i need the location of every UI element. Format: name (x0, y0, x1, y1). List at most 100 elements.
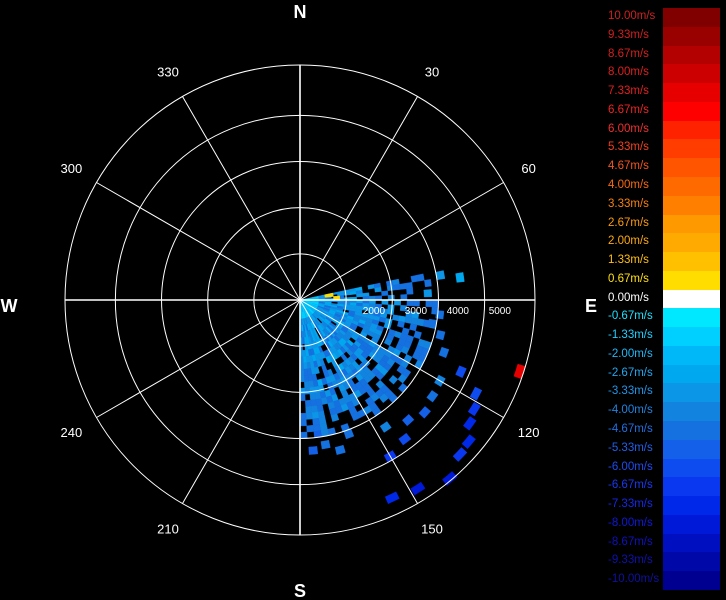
azimuth-spoke (182, 96, 301, 301)
legend-swatch (663, 345, 720, 366)
range-label: 3000 (405, 306, 428, 317)
legend-label: 9.33m/s (608, 28, 649, 41)
velocity-cell (374, 286, 382, 293)
legend-label: 3.33m/s (608, 197, 649, 210)
legend-swatch (663, 552, 720, 572)
legend-label: 8.67m/s (608, 47, 649, 60)
cardinal-w: W (1, 296, 18, 316)
legend-swatch (663, 139, 720, 159)
legend-entry: 8.00m/s (606, 64, 720, 84)
legend-swatch (663, 383, 720, 403)
legend-swatch (663, 439, 720, 460)
legend-swatch (663, 270, 720, 291)
azimuth-spoke (299, 96, 418, 301)
velocity-cell (304, 387, 311, 395)
velocity-cell (398, 432, 412, 446)
azimuth-label: 120 (518, 425, 540, 440)
legend-swatch (663, 458, 720, 478)
legend-swatch (663, 45, 720, 65)
legend-entry: -9.33m/s (606, 552, 720, 572)
velocity-cell (455, 272, 465, 283)
legend-entry: 4.67m/s (606, 158, 720, 178)
velocity-cell (304, 381, 310, 389)
legend-entry: -2.67m/s (606, 364, 720, 384)
velocity-cell (379, 421, 392, 433)
velocity-cell (452, 447, 468, 462)
velocity-cell (387, 304, 395, 311)
velocity-cell (416, 273, 425, 282)
velocity-cell (312, 417, 320, 426)
velocity-cell (381, 290, 389, 296)
legend-entry: -5.33m/s (606, 439, 720, 460)
legend-swatch (663, 308, 720, 328)
velocity-cell (367, 284, 375, 290)
legend-entry: 8.67m/s (606, 45, 720, 65)
azimuth-spoke (96, 182, 301, 301)
velocity-cell (404, 316, 413, 324)
legend-label: 4.67m/s (608, 160, 649, 173)
velocity-cell (311, 411, 319, 420)
legend-label: 0.00m/s (608, 291, 649, 304)
legend-label: -4.00m/s (608, 404, 653, 417)
legend-entry: -6.00m/s (606, 458, 720, 478)
legend-label: 0.67m/s (608, 272, 649, 285)
legend-label: -3.33m/s (608, 385, 653, 398)
velocity-cell (320, 439, 331, 450)
legend-entry: 10.00m/s (606, 8, 720, 28)
legend-label: 10.00m/s (608, 10, 656, 22)
legend-label: -1.33m/s (608, 329, 653, 342)
legend-label: 4.00m/s (608, 178, 649, 191)
velocity-cell (305, 406, 313, 414)
legend-swatch (663, 496, 720, 516)
cardinal-n: N (294, 2, 307, 22)
legend-label: -8.00m/s (608, 516, 653, 529)
legend-swatch (663, 233, 720, 253)
legend-entry: 2.00m/s (606, 233, 720, 253)
azimuth-spoke (182, 299, 301, 504)
azimuth-label: 240 (61, 425, 83, 440)
velocity-cell (397, 320, 405, 328)
legend-label: -4.67m/s (608, 423, 653, 436)
velocity-cell (461, 434, 476, 450)
velocity-cell (302, 349, 307, 357)
legend-entry: 0.00m/s (606, 289, 720, 309)
velocity-cell (303, 362, 308, 370)
legend-swatch (663, 158, 720, 178)
velocity-cell (306, 424, 315, 433)
legend-entry: -8.00m/s (606, 514, 720, 535)
velocity-cell (400, 294, 408, 301)
velocity-cell (409, 323, 418, 332)
legend-swatch (663, 477, 720, 497)
cardinal-e: E (585, 296, 597, 316)
legend-label: -9.33m/s (608, 554, 653, 567)
velocity-cell (431, 299, 439, 308)
velocity-cell (438, 346, 450, 359)
legend-label: 1.33m/s (608, 254, 649, 267)
legend-entry: -10.00m/s (606, 571, 720, 591)
velocity-cell (299, 431, 308, 439)
velocity-cell (435, 270, 446, 280)
velocity-cell (299, 412, 307, 420)
velocity-cell (392, 314, 400, 322)
velocity-cell (435, 330, 446, 341)
velocity-cell (455, 365, 467, 379)
azimuth-label: 60 (521, 161, 535, 176)
legend-label: 2.00m/s (608, 235, 649, 248)
velocity-cell (384, 491, 400, 504)
legend-entry: -6.67m/s (606, 477, 720, 497)
legend-swatch (663, 327, 720, 347)
legend-label: 6.67m/s (608, 103, 649, 116)
legend-entry: -4.67m/s (606, 421, 720, 441)
legend-entry: -2.00m/s (606, 345, 720, 366)
legend-entry: 6.00m/s (606, 120, 720, 140)
legend-entry: -3.33m/s (606, 383, 720, 403)
velocity-cell (310, 405, 318, 413)
legend-label: -10.00m/s (608, 573, 660, 586)
velocity-cell (308, 446, 319, 455)
range-label: 5000 (489, 306, 512, 317)
velocity-cell (302, 356, 307, 364)
velocity-cell (303, 368, 309, 376)
legend-swatch (663, 421, 720, 441)
azimuth-spokes (65, 65, 535, 535)
legend-label: 7.33m/s (608, 85, 649, 98)
